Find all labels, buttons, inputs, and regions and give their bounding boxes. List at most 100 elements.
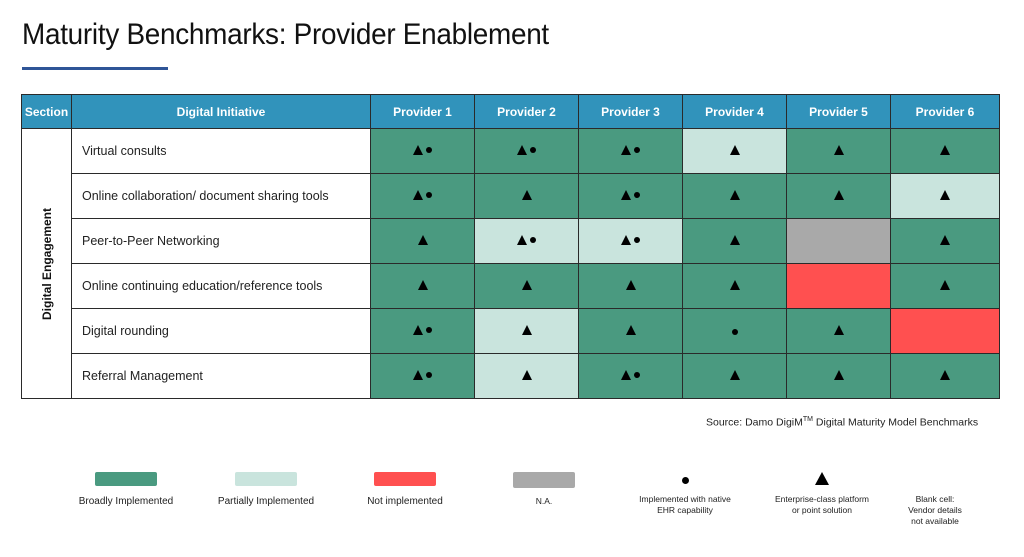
status-cell-provider-2: [474, 128, 579, 174]
legend-tri-line1: Enterprise-class platform: [774, 494, 869, 504]
dot-icon: [426, 147, 432, 153]
table-row: Online collaboration/ document sharing t…: [22, 173, 1000, 219]
status-cell-provider-4: [682, 128, 787, 174]
triangle-icon: [517, 145, 527, 155]
triangle-icon: [729, 190, 740, 200]
triangle-icon: [940, 145, 950, 155]
source-suffix: Digital Maturity Model Benchmarks: [812, 416, 979, 429]
legend-tri-line2: or point solution: [791, 505, 852, 515]
triangle-icon: [940, 190, 950, 200]
initiative-cell: Peer-to-Peer Networking: [71, 218, 371, 264]
source-prefix: Source: Damo DigiM: [706, 416, 803, 429]
triangle-icon: [729, 370, 740, 380]
table-row: Digital rounding: [22, 308, 1000, 354]
status-cell-provider-1: [370, 128, 475, 174]
dot-icon: [426, 372, 432, 378]
dot-icon: [681, 476, 689, 484]
status-cell-provider-5: [786, 128, 891, 174]
status-cell-provider-2: [474, 308, 579, 354]
header-provider-5: Provider 5: [786, 94, 891, 129]
triangle-icon: [521, 190, 532, 200]
legend-label-na: N.A.: [535, 496, 553, 506]
legend-dot-line1: Implemented with native: [639, 494, 731, 504]
table-row: Peer-to-Peer Networking: [22, 218, 1000, 264]
initiative-cell: Virtual consults: [71, 128, 371, 174]
section-label: Digital Engagement: [39, 207, 54, 320]
benchmark-table: Section Digital Initiative Provider 1 Pr…: [21, 94, 1000, 399]
status-cell-provider-2: [474, 263, 579, 309]
triangle-icon: [413, 190, 423, 200]
legend-label-broadly: Broadly Implemented: [78, 496, 174, 507]
triangle-icon: [815, 471, 829, 485]
status-cell-provider-2: [474, 173, 579, 219]
status-cell-provider-1: [370, 263, 475, 309]
status-cell-provider-6: [890, 218, 1000, 264]
status-cell-provider-3: [578, 218, 683, 264]
status-cell-provider-3: [578, 128, 683, 174]
legend-swatch-not-implemented: [374, 472, 436, 486]
dot-icon: [634, 192, 640, 198]
triangle-icon: [417, 235, 428, 245]
status-cell-provider-3: [578, 263, 683, 309]
triangle-icon: [413, 145, 423, 155]
triangle-icon: [940, 280, 950, 290]
legend-dot: Implemented with native EHR capability: [620, 472, 750, 516]
initiative-cell: Online collaboration/ document sharing t…: [71, 173, 371, 219]
status-cell-provider-1: [370, 353, 475, 399]
triangle-icon: [621, 370, 631, 380]
status-cell-provider-5: [786, 308, 891, 354]
triangle-icon: [833, 190, 844, 200]
legend-blank-line1: Blank cell:: [915, 494, 955, 504]
triangle-icon: [621, 235, 631, 245]
dot-icon: [426, 192, 432, 198]
legend-label-not-implemented: Not implemented: [367, 496, 443, 507]
legend-triangle: Enterprise-class platform or point solut…: [757, 470, 887, 516]
legend-blank-line2: Vendor details: [908, 505, 962, 515]
legend-na: N.A.: [484, 472, 604, 507]
triangle-icon: [413, 370, 423, 380]
table-row: Online continuing education/reference to…: [22, 263, 1000, 309]
status-cell-provider-6: [890, 263, 1000, 309]
triangle-icon: [517, 235, 527, 245]
header-provider-1: Provider 1: [370, 94, 475, 129]
status-cell-provider-5: [786, 218, 891, 264]
legend-blank-line3: not available: [911, 516, 959, 526]
triangle-icon: [729, 145, 740, 155]
trademark: TM: [802, 416, 813, 423]
legend-label-partially: Partially Implemented: [217, 496, 315, 507]
status-cell-provider-1: [370, 173, 475, 219]
status-cell-provider-4: [682, 218, 787, 264]
status-cell-provider-5: [786, 353, 891, 399]
legend-broadly: Broadly Implemented: [66, 472, 186, 507]
triangle-icon: [621, 190, 631, 200]
status-cell-provider-3: [578, 353, 683, 399]
legend-blank-cell: Blank cell: Vendor details not available: [895, 494, 975, 527]
status-cell-provider-3: [578, 173, 683, 219]
header-provider-2: Provider 2: [474, 94, 579, 129]
legend-swatch-partially: [235, 472, 297, 486]
header-row: Section Digital Initiative Provider 1 Pr…: [21, 94, 1000, 129]
status-cell-provider-2: [474, 218, 579, 264]
dot-icon: [530, 237, 536, 243]
header-section: Section: [21, 94, 72, 129]
initiative-cell: Referral Management: [71, 353, 371, 399]
status-cell-provider-4: [682, 308, 787, 354]
triangle-icon: [521, 370, 532, 380]
dot-icon: [634, 372, 640, 378]
triangle-icon: [417, 280, 428, 290]
status-cell-provider-6: [890, 128, 1000, 174]
dot-icon: [731, 329, 738, 335]
header-initiative: Digital Initiative: [71, 94, 371, 129]
triangle-icon: [625, 280, 636, 290]
section-cell: Digital Engagement: [21, 128, 72, 399]
triangle-icon: [521, 280, 532, 290]
triangle-icon: [729, 235, 740, 245]
triangle-icon: [940, 235, 950, 245]
dot-icon: [530, 147, 536, 153]
legend-swatch-na: [513, 472, 575, 488]
status-cell-provider-5: [786, 263, 891, 309]
triangle-icon: [729, 280, 740, 290]
status-cell-provider-2: [474, 353, 579, 399]
triangle-icon: [833, 370, 844, 380]
status-cell-provider-6: [890, 353, 1000, 399]
